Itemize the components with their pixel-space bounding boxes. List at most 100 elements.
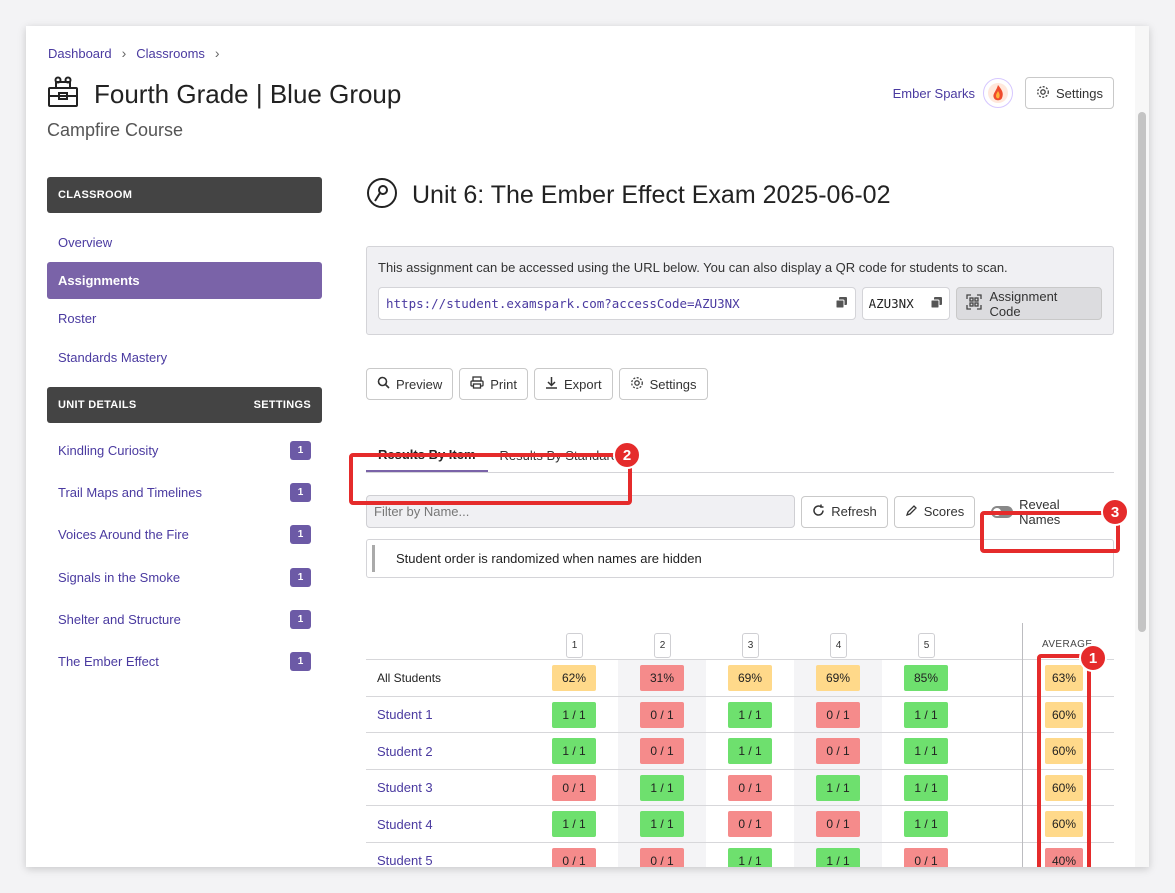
- refresh-button[interactable]: Refresh: [801, 495, 888, 528]
- score-cell[interactable]: 85%: [904, 665, 948, 691]
- score-cell[interactable]: 1 / 1: [904, 774, 948, 801]
- flame-icon: [988, 83, 1008, 103]
- breadcrumb: Dashboard › Classrooms ›: [48, 45, 220, 61]
- annotation-box-tabs: [349, 453, 632, 505]
- sidebar-item-standards-mastery[interactable]: Standards Mastery: [47, 338, 322, 377]
- item-number[interactable]: 2: [654, 633, 671, 658]
- assignment-settings-button[interactable]: Settings: [618, 368, 708, 400]
- user-menu[interactable]: Ember Sparks: [893, 78, 1013, 108]
- breadcrumb-dashboard[interactable]: Dashboard: [48, 46, 112, 61]
- score-cell[interactable]: 1 / 1: [816, 774, 860, 801]
- score-cell[interactable]: 0 / 1: [552, 847, 596, 867]
- score-cell[interactable]: 1 / 1: [552, 811, 596, 837]
- table-row: Student 41 / 11 / 10 / 10 / 11 / 1 60%: [366, 805, 1114, 842]
- student-name[interactable]: Student 3: [377, 770, 433, 806]
- assignment-panel: Unit 6: The Ember Effect Exam 2025-06-02…: [349, 177, 1129, 867]
- table-body: All Students 62% 31% 69% 69% 85% 63% Student 11…: [366, 659, 1114, 867]
- item-number[interactable]: 5: [918, 633, 935, 658]
- score-cell[interactable]: 62%: [552, 665, 596, 691]
- count-badge: 1: [290, 567, 311, 587]
- preview-button[interactable]: Preview: [366, 368, 454, 400]
- score-cell[interactable]: 0 / 1: [816, 701, 860, 728]
- access-code-field[interactable]: AZU3NX: [861, 287, 950, 320]
- score-cell[interactable]: 1 / 1: [728, 701, 772, 728]
- score-cell[interactable]: 1 / 1: [904, 701, 948, 728]
- count-badge: 1: [290, 440, 311, 460]
- score-cell[interactable]: 1 / 1: [640, 811, 684, 837]
- sidebar-header-unit-details: UNIT DETAILS SETTINGS: [47, 387, 322, 423]
- count-badge: 1: [290, 482, 311, 502]
- item-number[interactable]: 3: [742, 633, 759, 658]
- score-cell[interactable]: 1 / 1: [728, 738, 772, 764]
- summary-row: All Students 62% 31% 69% 69% 85% 63%: [366, 659, 1114, 696]
- table-row: Student 30 / 11 / 10 / 11 / 11 / 1 60%: [366, 768, 1114, 806]
- score-cell[interactable]: 1 / 1: [728, 847, 772, 867]
- unit-item[interactable]: Voices Around the Fire 1: [47, 514, 322, 556]
- sidebar-item-overview[interactable]: Overview: [47, 223, 322, 262]
- chevron-right-icon: ›: [121, 45, 127, 61]
- gear-icon: [630, 376, 644, 393]
- unit-item[interactable]: Trail Maps and Timelines 1: [47, 471, 322, 513]
- unit-settings-link[interactable]: SETTINGS: [254, 399, 311, 411]
- unit-item[interactable]: Shelter and Structure 1: [47, 598, 322, 640]
- copy-icon[interactable]: [930, 296, 943, 312]
- pencil-icon: [905, 504, 918, 520]
- refresh-icon: [812, 504, 825, 520]
- sidebar-item-assignments[interactable]: Assignments: [47, 262, 322, 299]
- student-name[interactable]: Student 2: [377, 733, 433, 769]
- score-cell[interactable]: 0 / 1: [552, 774, 596, 801]
- score-cell[interactable]: 1 / 1: [904, 738, 948, 764]
- chevron-right-icon: ›: [214, 45, 220, 61]
- export-button[interactable]: Export: [533, 368, 613, 400]
- unit-item[interactable]: The Ember Effect 1: [47, 640, 322, 682]
- search-icon: [377, 376, 390, 392]
- unit-item[interactable]: Signals in the Smoke 1: [47, 556, 322, 598]
- item-number[interactable]: 4: [830, 633, 847, 658]
- score-cell[interactable]: 0 / 1: [816, 738, 860, 764]
- score-cell[interactable]: 1 / 1: [552, 701, 596, 728]
- table-row: Student 11 / 10 / 11 / 10 / 11 / 1 60%: [366, 695, 1114, 733]
- page-title: Fourth Grade | Blue Group: [94, 79, 402, 109]
- breadcrumb-classrooms[interactable]: Classrooms: [136, 46, 205, 61]
- score-cell[interactable]: 0 / 1: [640, 847, 684, 867]
- score-cell[interactable]: 1 / 1: [904, 811, 948, 837]
- app-window: Dashboard › Classrooms › Fourth Grade | …: [26, 26, 1149, 867]
- score-cell[interactable]: 0 / 1: [816, 811, 860, 837]
- user-name[interactable]: Ember Sparks: [893, 86, 975, 101]
- item-number[interactable]: 1: [566, 633, 583, 658]
- classroom-settings-button[interactable]: Settings: [1025, 77, 1114, 109]
- gear-icon: [1036, 85, 1050, 102]
- sidebar-item-roster[interactable]: Roster: [47, 299, 322, 338]
- student-name[interactable]: Student 1: [377, 697, 433, 733]
- assignment-header: Unit 6: The Ember Effect Exam 2025-06-02: [366, 177, 1114, 213]
- scores-button[interactable]: Scores: [893, 495, 976, 528]
- score-cell[interactable]: 69%: [728, 665, 772, 691]
- assignment-toolbar: Preview Print Export Settings: [366, 368, 1114, 400]
- student-name[interactable]: Student 5: [377, 843, 433, 867]
- copy-icon[interactable]: [835, 296, 848, 312]
- score-cell[interactable]: 0 / 1: [904, 847, 948, 867]
- score-cell[interactable]: 0 / 1: [728, 774, 772, 801]
- page-header: Fourth Grade | Blue Group: [46, 76, 401, 113]
- print-button[interactable]: Print: [459, 368, 528, 400]
- qr-code-icon: [965, 294, 982, 313]
- score-cell[interactable]: 1 / 1: [640, 774, 684, 801]
- assignment-title: Unit 6: The Ember Effect Exam 2025-06-02: [412, 180, 891, 209]
- printer-icon: [470, 376, 484, 392]
- avatar[interactable]: [983, 78, 1013, 108]
- scrollbar-thumb[interactable]: [1138, 112, 1146, 632]
- score-cell[interactable]: 69%: [816, 665, 860, 691]
- unit-item[interactable]: Kindling Curiosity 1: [47, 429, 322, 471]
- score-cell[interactable]: 1 / 1: [552, 738, 596, 764]
- score-cell[interactable]: 0 / 1: [640, 701, 684, 728]
- score-cell[interactable]: 1 / 1: [816, 847, 860, 867]
- scrollbar[interactable]: [1135, 26, 1149, 867]
- annotation-box-average: [1037, 654, 1091, 867]
- score-cell[interactable]: 0 / 1: [728, 811, 772, 837]
- access-url-field[interactable]: https://student.examspark.com?accessCode…: [378, 287, 856, 320]
- score-cell[interactable]: 31%: [640, 665, 684, 691]
- score-cell[interactable]: 0 / 1: [640, 738, 684, 764]
- classroom-icon: [46, 76, 80, 113]
- assignment-code-button[interactable]: Assignment Code: [955, 287, 1102, 320]
- student-name[interactable]: Student 4: [377, 806, 433, 842]
